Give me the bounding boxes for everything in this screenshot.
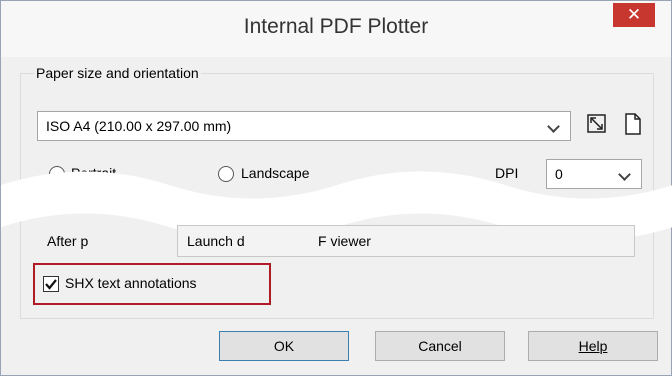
title-bar: Internal PDF Plotter ✕ bbox=[1, 1, 671, 57]
paper-size-value: ISO A4 (210.00 x 297.00 mm) bbox=[46, 118, 232, 134]
after-print-select[interactable]: Launch d F viewer bbox=[177, 225, 635, 257]
custom-size-button[interactable] bbox=[585, 112, 609, 136]
page-orientation-button[interactable] bbox=[621, 111, 645, 135]
close-icon: ✕ bbox=[626, 5, 642, 24]
close-button[interactable]: ✕ bbox=[613, 3, 655, 27]
after-print-label: After p bbox=[47, 233, 89, 249]
cancel-button[interactable]: Cancel bbox=[375, 331, 505, 361]
window-title: Internal PDF Plotter bbox=[243, 15, 429, 38]
resize-icon bbox=[587, 114, 606, 133]
page-icon bbox=[625, 113, 641, 135]
shx-checkbox[interactable] bbox=[43, 276, 59, 292]
paper-group-label: Paper size and orientation bbox=[34, 65, 201, 81]
pdf-plotter-dialog: Internal PDF Plotter ✕ Paper size and or… bbox=[0, 0, 672, 376]
chevron-down-icon bbox=[547, 120, 560, 133]
help-button[interactable]: Help bbox=[528, 331, 658, 361]
paper-size-select[interactable]: ISO A4 (210.00 x 297.00 mm) bbox=[37, 111, 571, 141]
after-print-value: Launch d bbox=[187, 233, 245, 249]
after-print-value-tail: F viewer bbox=[318, 233, 371, 249]
ok-button[interactable]: OK bbox=[219, 331, 349, 361]
shx-label: SHX text annotations bbox=[65, 275, 197, 291]
checkmark-icon bbox=[45, 279, 57, 290]
help-label: Help bbox=[578, 338, 608, 354]
